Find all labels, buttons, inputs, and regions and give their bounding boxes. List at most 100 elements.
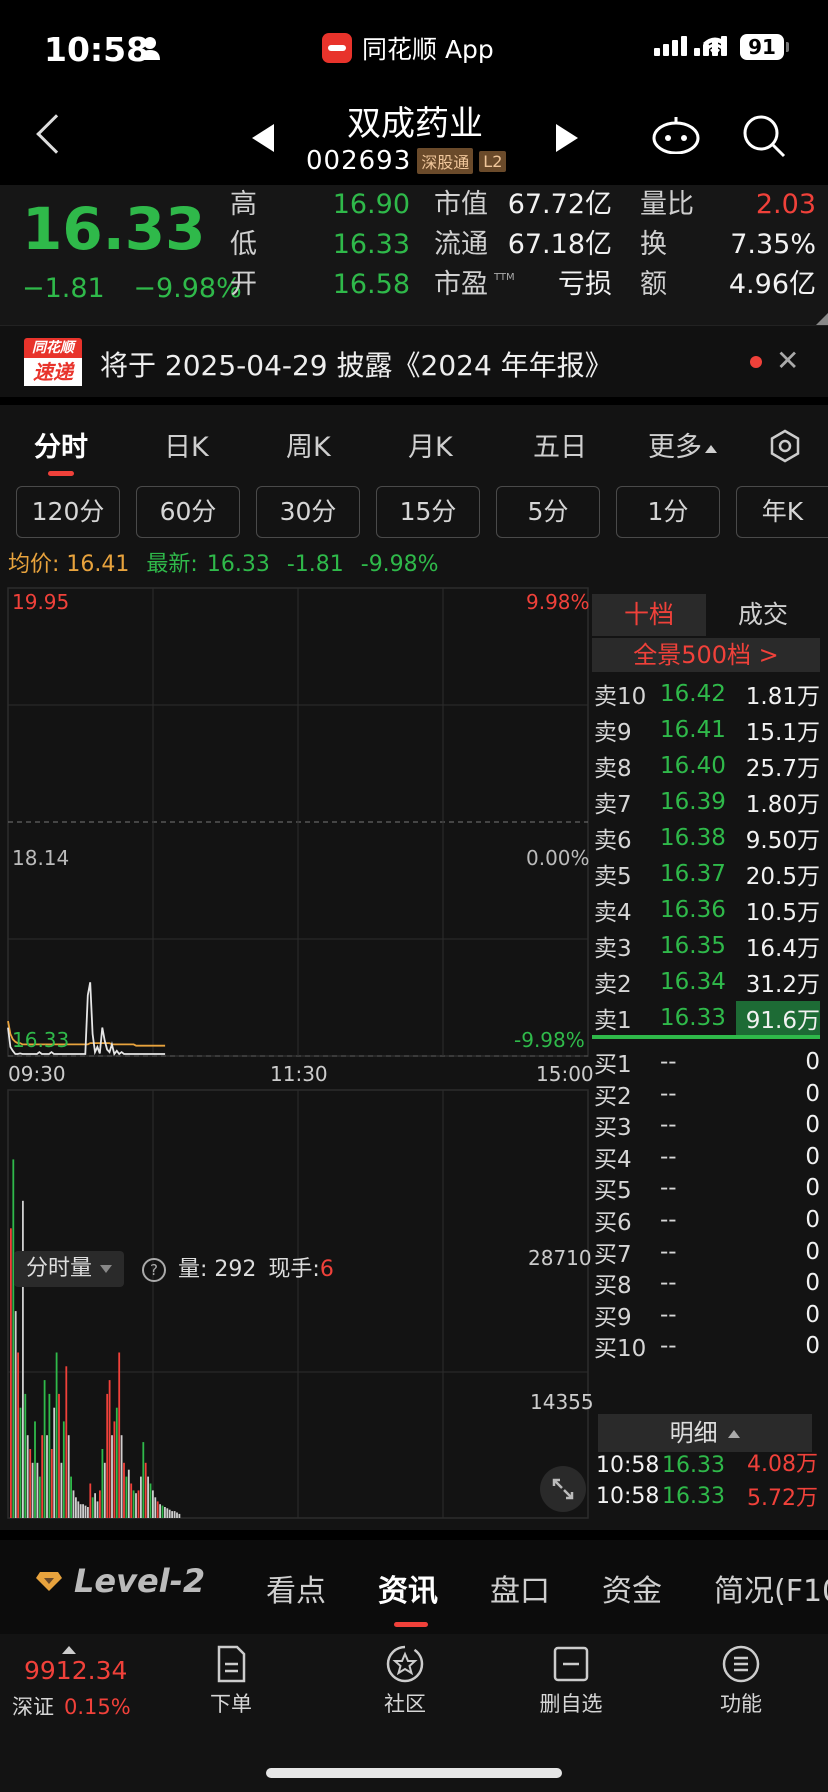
bid-row[interactable]: 买8 -- 0: [594, 1265, 820, 1301]
tab-highlights[interactable]: 看点: [266, 1566, 326, 1610]
period-120m-button[interactable]: 120分: [16, 486, 120, 538]
period-15m-button[interactable]: 15分: [376, 486, 480, 538]
nav-community[interactable]: 社区: [350, 1644, 460, 1718]
volume-bar: [87, 1507, 89, 1518]
volume-bar: [147, 1476, 149, 1518]
ask-row[interactable]: 卖7 16.39 1.80万: [594, 784, 820, 820]
tab-daily[interactable]: 日K: [164, 425, 209, 464]
back-icon[interactable]: [36, 114, 76, 154]
prev-stock-icon[interactable]: [252, 124, 274, 152]
full-500-levels-link[interactable]: 全景500档 >: [592, 638, 820, 672]
app-logo-icon: [322, 33, 352, 63]
ask-row[interactable]: 卖3 16.35 16.4万: [594, 928, 820, 964]
bid-row[interactable]: 买10 -- 0: [594, 1328, 820, 1364]
volume-bar: [144, 1462, 147, 1518]
time-start-label: 09:30: [8, 1062, 66, 1086]
period-yearly-button[interactable]: 年K: [736, 486, 828, 538]
tab-ten-levels[interactable]: 十档: [592, 594, 706, 636]
index-value: 9912.34: [24, 1656, 128, 1685]
volume-bar: [34, 1421, 36, 1518]
expand-icon: [552, 1478, 574, 1500]
nav-functions[interactable]: 功能: [686, 1644, 796, 1718]
nav-order[interactable]: 下单: [176, 1644, 286, 1718]
volume-bar: [24, 1393, 27, 1518]
volume-bar: [130, 1483, 133, 1518]
tab-capital-flow[interactable]: 资金: [602, 1566, 662, 1610]
stock-name: 双成药业: [347, 104, 483, 144]
tab-intraday[interactable]: 分时: [34, 425, 88, 464]
ask-row[interactable]: 卖9 16.41 15.1万: [594, 712, 820, 748]
volume-bar: [137, 1490, 140, 1518]
bid-row[interactable]: 买7 -- 0: [594, 1234, 820, 1270]
ask-row[interactable]: 卖5 16.37 20.5万: [594, 856, 820, 892]
volume-bar: [164, 1507, 166, 1518]
volume-bar: [38, 1476, 41, 1518]
title-bar: 双成药业 002693 深股通 L2: [0, 90, 828, 185]
volume-value: 292: [214, 1257, 257, 1282]
chart-ymax-label: 19.95: [12, 590, 70, 614]
bid-row[interactable]: 买2 -- 0: [594, 1076, 820, 1112]
volume-ratio: 2.03: [755, 189, 816, 220]
fullscreen-button[interactable]: [540, 1466, 586, 1512]
bid-row[interactable]: 买9 -- 0: [594, 1297, 820, 1333]
detail-toggle[interactable]: 明细: [598, 1414, 812, 1452]
volume-bar: [53, 1407, 56, 1518]
next-stock-icon[interactable]: [556, 124, 578, 152]
tab-monthly[interactable]: 月K: [408, 425, 453, 464]
volume-bar: [152, 1490, 154, 1518]
volume-bar: [108, 1380, 111, 1518]
volume-bar: [140, 1476, 142, 1518]
tab-weekly[interactable]: 周K: [286, 425, 331, 464]
tab-five-day[interactable]: 五日: [533, 425, 587, 464]
volume-bar: [171, 1511, 173, 1518]
volume-bar: [173, 1511, 176, 1518]
robot-assistant-icon[interactable]: [652, 114, 700, 154]
volume-bar: [103, 1462, 106, 1518]
connect-badge: 深股通: [417, 148, 474, 174]
settings-icon[interactable]: [768, 429, 802, 463]
level2-tab[interactable]: Level-2: [36, 1562, 205, 1600]
period-60m-button[interactable]: 60分: [136, 486, 240, 538]
search-icon[interactable]: [740, 112, 788, 160]
volume-bar: [41, 1435, 44, 1518]
price-change: −1.81 −9.98%: [22, 273, 242, 304]
help-icon[interactable]: ?: [142, 1258, 166, 1282]
ask-row[interactable]: 卖2 16.34 31.2万: [594, 964, 820, 1000]
period-5m-button[interactable]: 5分: [496, 486, 600, 538]
volume-bar: [166, 1508, 169, 1518]
bid-row[interactable]: 买5 -- 0: [594, 1170, 820, 1206]
tab-more[interactable]: 更多: [648, 425, 717, 464]
index-ticker[interactable]: 9912.34 深证 0.15%: [12, 1646, 131, 1721]
tab-news[interactable]: 资讯: [378, 1566, 438, 1610]
express-logo: 同花顺 速递: [24, 338, 82, 386]
close-icon[interactable]: ✕: [776, 344, 799, 377]
period-30m-button[interactable]: 30分: [256, 486, 360, 538]
tab-profile-f10[interactable]: 简况(F10: [714, 1566, 828, 1610]
intraday-chart[interactable]: [0, 586, 590, 1530]
quote-col-hlo: 高 16.90 低 16.33 开 16.58: [230, 185, 410, 305]
ask-row[interactable]: 卖10 16.42 1.81万: [594, 676, 820, 712]
bid-row[interactable]: 买6 -- 0: [594, 1202, 820, 1238]
tab-trades[interactable]: 成交: [706, 594, 820, 636]
index-pct: 0.15%: [64, 1695, 131, 1719]
period-1m-button[interactable]: 1分: [616, 486, 720, 538]
ask-row[interactable]: 卖1 16.33 91.6万: [594, 1000, 820, 1036]
volume-bar: [101, 1449, 104, 1518]
bid-row[interactable]: 买3 -- 0: [594, 1107, 820, 1143]
volume-bar: [91, 1497, 94, 1518]
volume-mode-select[interactable]: 分时量: [14, 1251, 125, 1287]
ask-row[interactable]: 卖6 16.38 9.50万: [594, 820, 820, 856]
period-buttons: 120分 60分 30分 15分 5分 1分 年K: [0, 476, 828, 544]
bid-row[interactable]: 买1 -- 0: [594, 1044, 820, 1080]
avg-price: 16.41: [66, 552, 130, 577]
tab-market-depth[interactable]: 盘口: [490, 1566, 550, 1610]
ask-row[interactable]: 卖8 16.40 25.7万: [594, 748, 820, 784]
bottom-nav: 9912.34 深证 0.15% 下单 社区 删自选 功能: [0, 1634, 828, 1792]
low-value: 16.33: [332, 229, 410, 260]
expand-corner-icon[interactable]: [816, 313, 828, 325]
nav-remove-watchlist[interactable]: 删自选: [516, 1644, 626, 1718]
order-book: 十档 成交 全景500档 > 卖10 16.42 1.81万 卖9 16.41 15.1万…: [590, 586, 820, 1530]
announcement-banner[interactable]: 同花顺 速递 将于 2025-04-29 披露《2024 年年报》 ✕: [0, 325, 828, 397]
bid-row[interactable]: 买4 -- 0: [594, 1139, 820, 1175]
ask-row[interactable]: 卖4 16.36 10.5万: [594, 892, 820, 928]
